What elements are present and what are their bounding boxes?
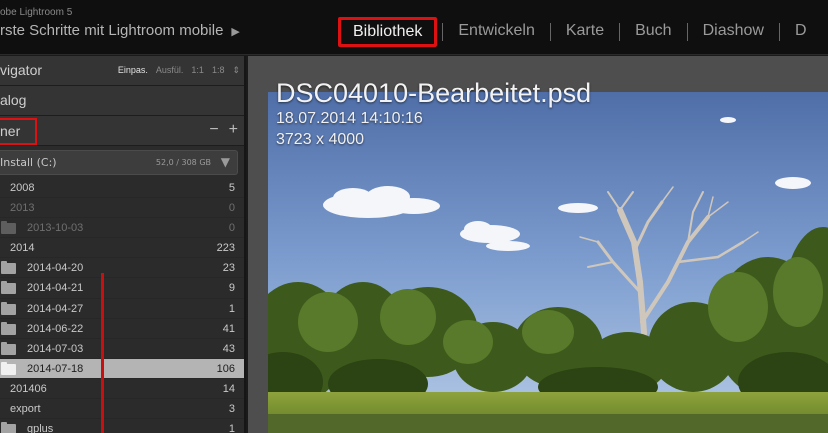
folder-name: 2014-04-20: [27, 262, 84, 275]
folder-icon: [1, 281, 16, 295]
folder-count: 1: [228, 423, 235, 433]
module-tab-bibliothek[interactable]: Bibliothek: [338, 17, 438, 47]
folder-row[interactable]: 2014-04-21 9: [0, 278, 244, 299]
module-separator: [442, 23, 444, 41]
folder-icon: [1, 221, 16, 235]
folders-panel-title: ner: [0, 118, 37, 145]
volume-size: 52,0 / 308 GB: [155, 158, 211, 167]
folder-icon: [1, 321, 16, 335]
module-tab-karte[interactable]: Karte: [556, 17, 614, 47]
navigator-title: vigator: [0, 62, 43, 78]
add-folder-button[interactable]: +: [229, 121, 238, 138]
highlight-line: [101, 273, 104, 433]
module-tab-entwickeln[interactable]: Entwickeln: [448, 17, 544, 47]
navigator-zoom-options: Einpas. Ausfül. 1:1 1:8 ⇕: [110, 65, 240, 76]
chevron-down-icon[interactable]: ▼: [221, 155, 230, 169]
volume-name: Install (C:): [0, 156, 57, 169]
app-name: obe Lightroom 5: [0, 7, 73, 18]
folder-count: 14: [222, 382, 235, 395]
module-tab-buch[interactable]: Buch: [625, 17, 681, 47]
folder-count: 0: [228, 202, 235, 215]
folder-icon: [1, 341, 16, 355]
play-icon[interactable]: ▶: [231, 26, 239, 38]
folder-count: 41: [222, 322, 235, 335]
folder-row[interactable]: 2014 223: [0, 238, 244, 259]
folder-name: 2014-04-27: [27, 302, 84, 315]
folder-row[interactable]: 2014-04-27 1: [0, 299, 244, 319]
catalog-panel-header[interactable]: alog: [0, 86, 244, 116]
folder-icon: [1, 261, 16, 275]
folder-count: 223: [216, 242, 235, 255]
module-tab-diashow[interactable]: Diashow: [693, 17, 774, 47]
module-picker-bar: obe Lightroom 5 rste Schritte mit Lightr…: [0, 0, 828, 55]
folder-count: 9: [228, 282, 235, 295]
folder-name: 2014-06-22: [27, 322, 84, 335]
zoom-option[interactable]: Einpas.: [118, 65, 148, 75]
folder-name: 2014: [10, 242, 35, 255]
photo-datetime: 18.07.2014 14:10:16: [276, 110, 423, 127]
photo-dimensions: 3723 x 4000: [276, 131, 365, 148]
folder-name: 201406: [10, 382, 47, 395]
zoom-option[interactable]: 1:1: [191, 65, 204, 75]
zoom-option[interactable]: Ausfül.: [156, 65, 184, 75]
catalog-name[interactable]: rste Schritte mit Lightroom mobile ▶: [0, 22, 240, 39]
folder-name: gplus: [27, 423, 54, 433]
folder-row[interactable]: export 3: [0, 399, 244, 420]
module-tab-d[interactable]: D: [785, 17, 817, 47]
folder-row[interactable]: gplus 1: [0, 419, 244, 433]
folder-row[interactable]: 2014-06-22 41: [0, 319, 244, 339]
folder-row[interactable]: 2014-07-18 106: [0, 358, 244, 379]
folder-controls: − +: [199, 121, 238, 139]
catalog-panel-title: alog: [0, 92, 27, 108]
folder-count: 1: [228, 302, 235, 315]
folder-count: 23: [222, 262, 235, 275]
folder-icon: [1, 301, 16, 315]
photo-filename: DSC04010-Bearbeitet.psd: [276, 78, 592, 108]
catalog-title: rste Schritte mit Lightroom mobile: [0, 22, 224, 39]
folder-name: 2014-07-18: [27, 362, 84, 375]
folder-count: 43: [222, 342, 235, 355]
folder-count: 5: [228, 182, 235, 194]
module-separator: [686, 23, 688, 41]
folder-count: 0: [228, 222, 235, 235]
remove-folder-button[interactable]: −: [209, 121, 218, 138]
folder-name: 2008: [10, 182, 35, 194]
module-separator: [778, 23, 780, 41]
folder-icon: [1, 361, 16, 375]
folder-icon: [1, 422, 16, 433]
folder-list: 2008 5 2013 0 2013-10-03 0 2014 223 2014-04-20 23…: [0, 178, 244, 433]
folder-row[interactable]: 2014-07-03 43: [0, 339, 244, 359]
module-tabs: Bibliothek Entwickeln Karte Buch Diashow D: [338, 17, 817, 47]
folder-name: 2013: [10, 202, 35, 215]
folder-count: 3: [228, 403, 235, 416]
volume-bar[interactable]: Install (C:) 52,0 / 308 GB ▼: [0, 150, 238, 175]
folder-row[interactable]: 201406 14: [0, 379, 244, 400]
left-panel: vigator Einpas. Ausfül. 1:1 1:8 ⇕ alog ner −…: [0, 56, 246, 433]
folder-name: 2014-04-21: [27, 282, 84, 295]
loupe-view: DSC04010-Bearbeitet.psd 18.07.2014 14:10…: [248, 56, 828, 433]
navigator-panel-header[interactable]: vigator Einpas. Ausfül. 1:1 1:8 ⇕: [0, 56, 244, 86]
module-separator: [549, 23, 551, 41]
photo-info-overlay: DSC04010-Bearbeitet.psd 18.07.2014 14:10…: [276, 78, 591, 150]
folders-panel-header[interactable]: ner − +: [0, 116, 244, 146]
folder-row[interactable]: 2014-04-20 23: [0, 258, 244, 279]
folder-row[interactable]: 2013-10-03 0: [0, 218, 244, 239]
folder-row[interactable]: 2013 0: [0, 198, 244, 219]
zoom-option[interactable]: 1:8: [212, 65, 225, 75]
folder-name: 2014-07-03: [27, 342, 84, 355]
folder-name: export: [10, 403, 41, 416]
folder-row[interactable]: 2008 5: [0, 178, 244, 199]
module-separator: [619, 23, 621, 41]
folder-name: 2013-10-03: [27, 222, 84, 235]
zoom-stepper-icon[interactable]: ⇕: [232, 65, 240, 75]
folder-count: 106: [216, 362, 235, 375]
